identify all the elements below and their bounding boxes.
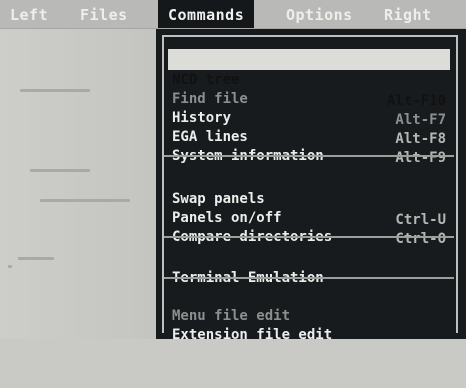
menu-options[interactable]: Options xyxy=(286,0,353,28)
commands-dropdown: NCD tree Alt-F10 Find file Alt-F7 Histor… xyxy=(156,29,466,343)
menu-item-shortcut: Alt-F9 xyxy=(395,150,446,166)
menu-item-terminal-emulation[interactable]: Terminal Emulation xyxy=(168,247,450,286)
menu-item-compare-directories[interactable]: Compare directories xyxy=(168,206,450,245)
menu-left[interactable]: Left xyxy=(10,0,48,28)
menu-separator xyxy=(164,236,454,238)
menu-item-extension-file-edit[interactable]: Extension file edit xyxy=(168,304,450,343)
menu-item-menu-file-edit[interactable]: Menu file edit xyxy=(168,285,450,324)
menu-separator xyxy=(164,277,454,279)
menu-bar: Left Files Commands Options Right xyxy=(0,0,466,29)
menu-item-ega-lines[interactable]: EGA lines Alt-F9 xyxy=(168,106,450,166)
menu-item-ncd-tree[interactable]: NCD tree Alt-F10 xyxy=(168,49,450,109)
menu-files[interactable]: Files xyxy=(80,0,128,28)
menu-separator xyxy=(164,155,454,157)
menu-item-swap-panels[interactable]: Swap panels Ctrl-U xyxy=(168,168,450,228)
menu-commands[interactable]: Commands xyxy=(158,0,255,28)
menu-item-system-information[interactable]: System information xyxy=(168,125,450,164)
menu-item-history[interactable]: History Alt-F8 xyxy=(168,87,450,147)
menu-item-find-file[interactable]: Find file Alt-F7 xyxy=(168,68,450,128)
menu-item-panels-on-off[interactable]: Panels on/off Ctrl-O xyxy=(168,187,450,247)
menu-right[interactable]: Right xyxy=(384,0,432,28)
norton-commander-screen: Left Files Commands Options Right NCD tr… xyxy=(0,0,466,343)
left-panel xyxy=(0,29,156,339)
menu-item-label: Extension file edit xyxy=(172,327,333,343)
